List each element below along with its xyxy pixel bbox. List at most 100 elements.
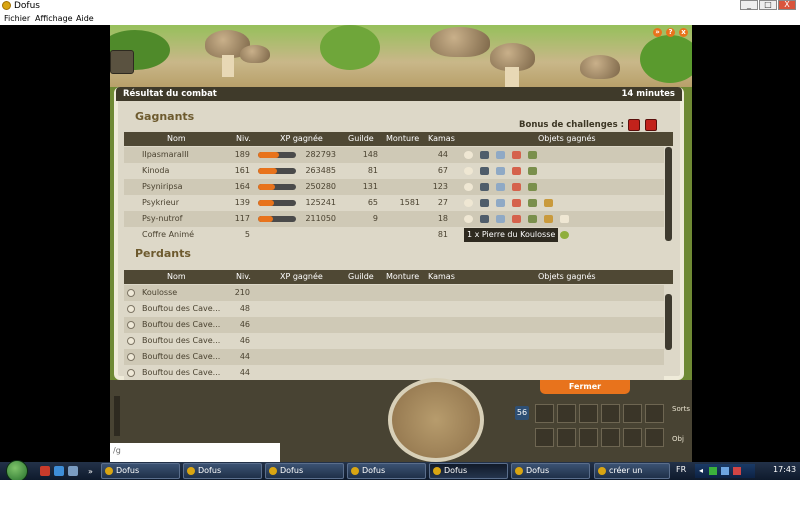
shortcut-slot[interactable] [535, 404, 554, 423]
loot-item-icon[interactable] [528, 215, 537, 223]
shortcut-slot[interactable] [601, 428, 620, 447]
taskbar-item[interactable]: Dofus [511, 463, 590, 479]
shortcut-slot[interactable] [645, 404, 664, 423]
tab-objets[interactable]: Obj [672, 434, 684, 458]
loot-item-icon[interactable] [464, 199, 473, 207]
loot-item-icon[interactable] [480, 183, 489, 191]
challenge-icon[interactable] [628, 119, 640, 131]
taskbar-item[interactable]: Dofus [183, 463, 262, 479]
menu-aide[interactable]: Aide [76, 12, 94, 25]
loot-item-icon[interactable] [512, 215, 521, 223]
close-game-icon[interactable]: x [679, 28, 688, 37]
kamas-bag-icon[interactable] [560, 231, 569, 239]
challenge-icon[interactable] [645, 119, 657, 131]
menu-chest-icon[interactable] [110, 50, 134, 74]
window-title-bar[interactable]: Dofus _ □ X [0, 0, 800, 12]
loot-item-icon[interactable] [496, 199, 505, 207]
loot-item-icon[interactable] [544, 199, 553, 207]
tray-icon[interactable] [733, 467, 741, 475]
loot-item-icon[interactable] [496, 151, 505, 159]
monster-level: 44 [239, 352, 250, 361]
table-row[interactable]: Kinoda 161 263485 81 67 [124, 163, 664, 179]
close-result-button[interactable]: Fermer [540, 380, 630, 394]
taskbar-item[interactable]: Dofus [347, 463, 426, 479]
minimize-button[interactable]: _ [740, 0, 758, 10]
menu-fichier[interactable]: Fichier [4, 12, 30, 25]
loot-item-icon[interactable] [512, 167, 521, 175]
loot-item-icon[interactable] [496, 183, 505, 191]
network-icon[interactable] [721, 467, 729, 475]
shortcut-slot[interactable] [623, 428, 642, 447]
loot-item-icon[interactable] [496, 215, 505, 223]
table-row[interactable]: Psyniripsa 164 250280 131 123 [124, 179, 664, 195]
loot-item-icon[interactable] [528, 167, 537, 175]
loot-item-icon[interactable] [480, 215, 489, 223]
taskbar-item[interactable]: créer un forum... [594, 463, 670, 489]
loot-item-icon[interactable] [560, 215, 569, 223]
table-row[interactable]: Bouftou des Cave... 46 [124, 317, 664, 333]
table-row[interactable]: Coffre Animé 5 81 1 x Pierre du Koulosse [124, 227, 664, 243]
loot-item-icon[interactable] [544, 215, 553, 223]
loot-item-icon[interactable] [512, 199, 521, 207]
menu-affichage[interactable]: Affichage [35, 12, 73, 25]
loot-item-icon[interactable] [528, 199, 537, 207]
shortcut-slot[interactable] [623, 404, 642, 423]
table-row[interactable]: Bouftou des Cave... 44 [124, 365, 664, 381]
shortcut-slot[interactable] [557, 428, 576, 447]
guild-xp: 65 [367, 198, 378, 207]
tab-sorts[interactable]: Sorts [672, 404, 690, 434]
shortcut-slot[interactable] [579, 404, 598, 423]
help-icon[interactable]: ? [666, 28, 675, 37]
loot-item-icon[interactable] [512, 151, 521, 159]
loot-item-icon[interactable] [464, 183, 473, 191]
loot-item-icon[interactable] [480, 199, 489, 207]
dofus-app-icon [598, 467, 606, 475]
chat-scrollbar[interactable] [114, 396, 120, 436]
loot-item-icon[interactable] [480, 167, 489, 175]
taskbar-item[interactable]: Dofus [265, 463, 344, 479]
shortcut-slot[interactable] [535, 428, 554, 447]
tray-icon[interactable] [709, 467, 717, 475]
xp-value: 125241 [305, 198, 336, 207]
loot-item-icon[interactable] [464, 167, 473, 175]
loot-item-icon[interactable] [464, 215, 473, 223]
table-row[interactable]: Psykrieur 139 125241 65 1581 27 [124, 195, 664, 211]
start-button[interactable] [6, 460, 28, 482]
language-indicator[interactable]: FR [676, 465, 686, 474]
quicklaunch-icon[interactable] [54, 466, 64, 476]
minimize-game-icon[interactable]: » [653, 28, 662, 37]
loot-item-icon[interactable] [480, 151, 489, 159]
loot-item-icon[interactable] [528, 151, 537, 159]
loot-item-icon[interactable] [496, 167, 505, 175]
col-kamas: Kamas [428, 134, 455, 143]
losers-scrollbar[interactable] [665, 294, 672, 350]
shortcut-slots [535, 404, 670, 452]
shortcut-slot[interactable] [601, 404, 620, 423]
table-row[interactable]: Psy-nutrof 117 211050 9 18 [124, 211, 664, 227]
table-row[interactable]: Bouftou des Cave... 44 [124, 349, 664, 365]
quicklaunch-expand-icon[interactable]: » [88, 467, 93, 476]
table-row[interactable]: Bouftou des Cave... 46 [124, 333, 664, 349]
taskbar-item[interactable]: Dofus [101, 463, 180, 479]
chat-input[interactable]: /g [110, 443, 280, 462]
loot-item-icon[interactable] [464, 151, 473, 159]
timeline-compass[interactable] [388, 378, 484, 462]
clock[interactable]: 17:43 [773, 465, 796, 474]
tray-arrow-icon[interactable]: ◂ [699, 466, 703, 475]
table-row[interactable]: Bouftou des Cave... 48 [124, 301, 664, 317]
maximize-button[interactable]: □ [759, 0, 777, 10]
shortcut-slot[interactable] [579, 428, 598, 447]
shortcut-slot[interactable] [557, 404, 576, 423]
shortcut-slot[interactable] [645, 428, 664, 447]
close-window-button[interactable]: X [778, 0, 796, 10]
table-row[interactable]: Koulosse 210 [124, 285, 664, 301]
game-window-controls: » ? x [650, 25, 692, 40]
quicklaunch-icon[interactable] [68, 466, 78, 476]
game-hud: /g Fermer 56 Sorts Obj [110, 378, 692, 462]
taskbar-item[interactable]: Dofus [429, 463, 508, 479]
winners-scrollbar[interactable] [665, 147, 672, 241]
quicklaunch-icon[interactable] [40, 466, 50, 476]
loot-item-icon[interactable] [512, 183, 521, 191]
loot-item-icon[interactable] [528, 183, 537, 191]
table-row[interactable]: IIpasmaraIII 189 282793 148 44 [124, 147, 664, 163]
